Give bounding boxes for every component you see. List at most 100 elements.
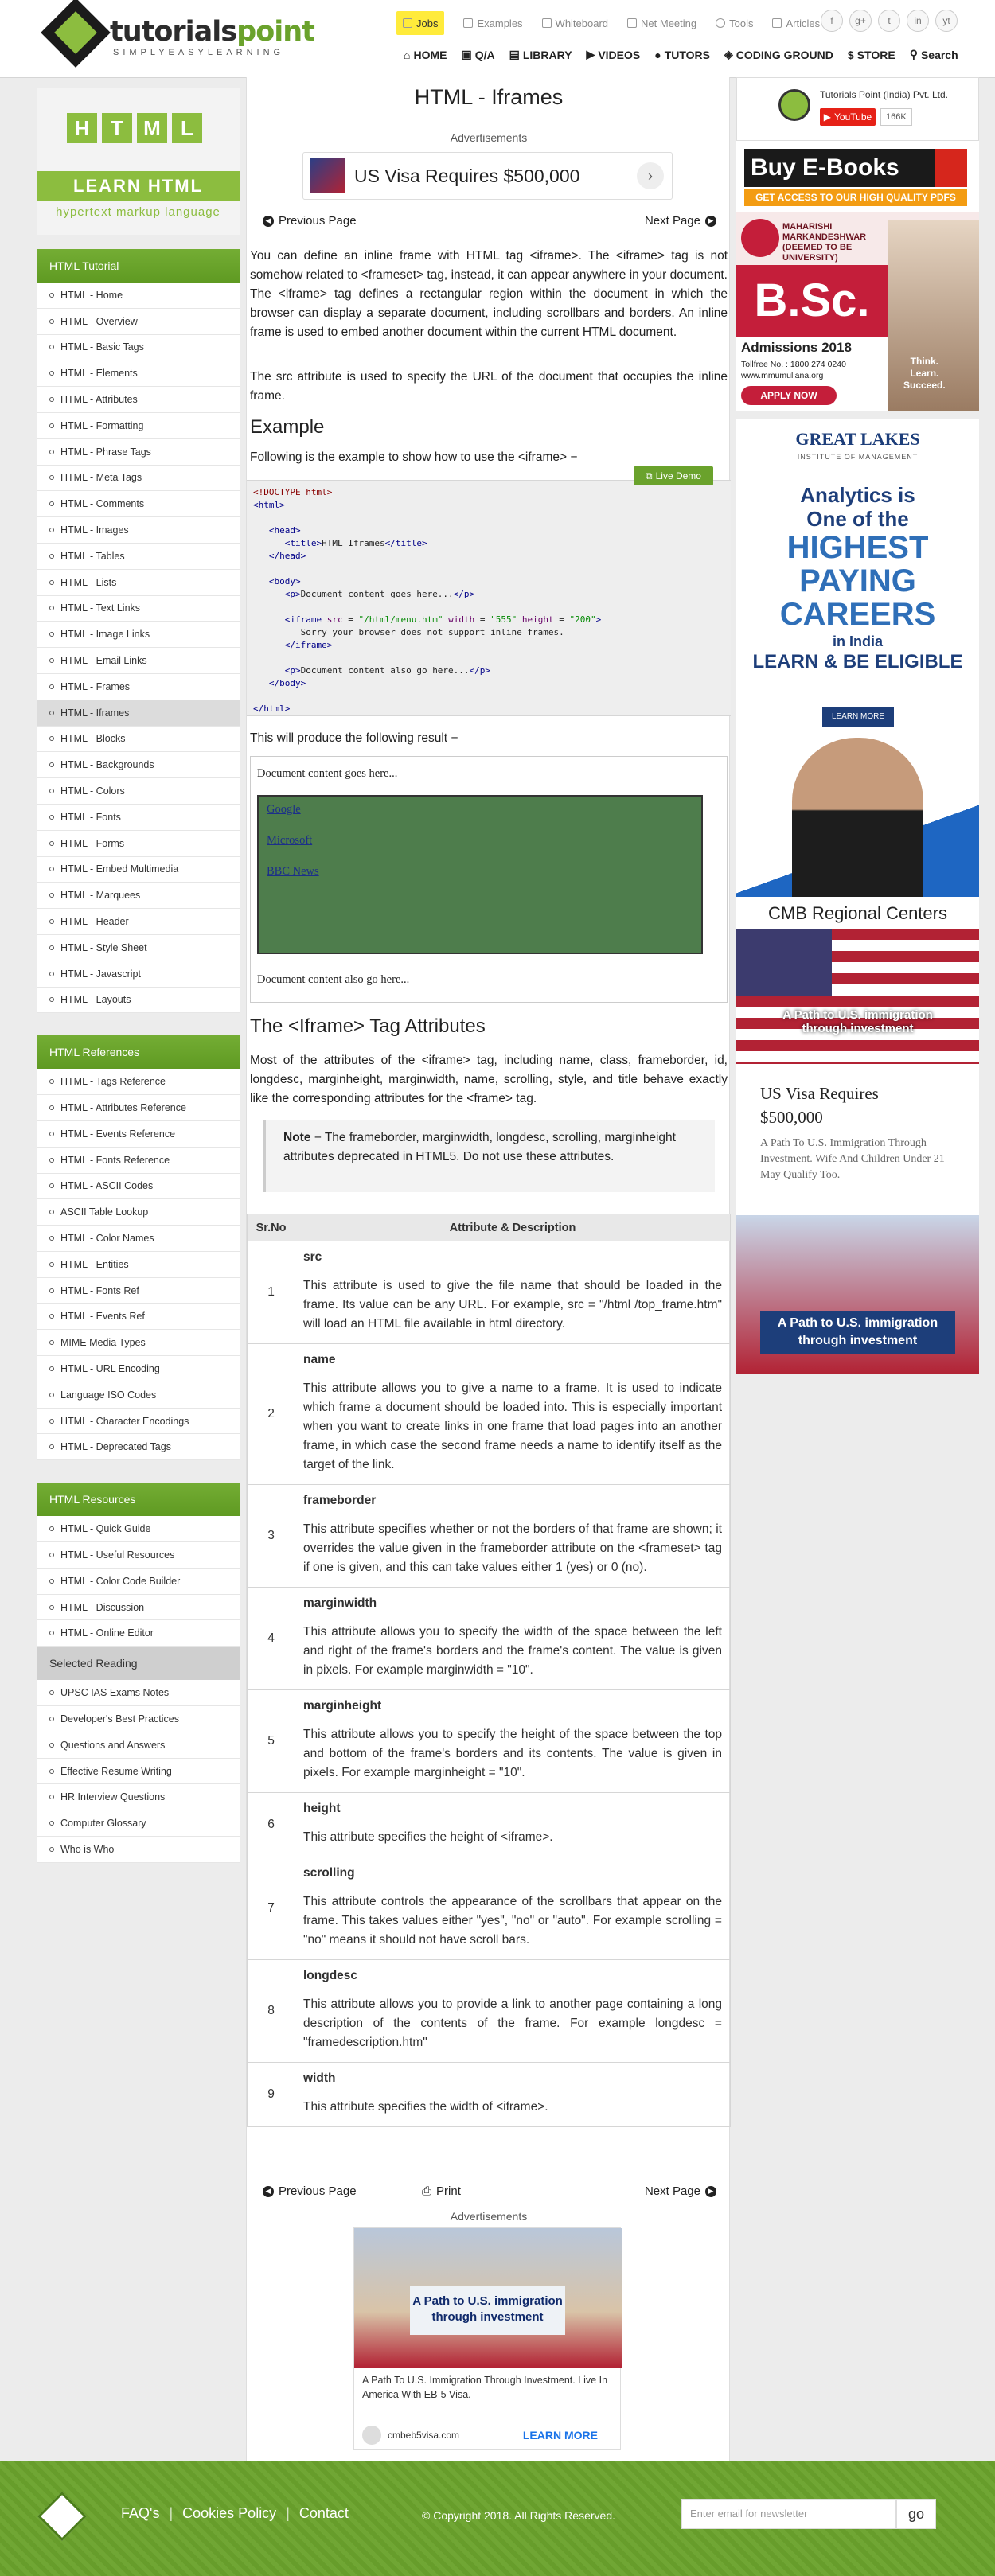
sidebar-reference-item[interactable]: HTML - Fonts Reference bbox=[37, 1148, 240, 1174]
sidebar-tutorial-item[interactable]: HTML - Javascript bbox=[37, 961, 240, 988]
nav-tutors[interactable]: ● TUTORS bbox=[654, 48, 710, 61]
sidebar-reference-item[interactable]: HTML - Character Encodings bbox=[37, 1409, 240, 1435]
topnav-examples[interactable]: Examples bbox=[463, 11, 523, 35]
result-link-google[interactable]: Google bbox=[267, 803, 301, 816]
sidebar-tutorial-item[interactable]: HTML - Style Sheet bbox=[37, 935, 240, 961]
nav-library[interactable]: ▤ LIBRARY bbox=[509, 48, 572, 61]
sidebar-resource-item[interactable]: HTML - Quick Guide bbox=[37, 1516, 240, 1543]
sidebar-resource-item[interactable]: HTML - Discussion bbox=[37, 1595, 240, 1621]
nav-videos[interactable]: ▶ VIDEOS bbox=[587, 48, 641, 61]
sidebar-reference-item[interactable]: HTML - Events Reference bbox=[37, 1121, 240, 1148]
ad-bottom[interactable]: A Path to U.S. immigration through inves… bbox=[353, 2227, 622, 2450]
nav-store[interactable]: $ STORE bbox=[848, 48, 896, 61]
nav-qa[interactable]: ▣ Q/A bbox=[461, 48, 494, 61]
topnav-jobs[interactable]: Jobs bbox=[396, 11, 445, 35]
sidebar-tutorial-item[interactable]: HTML - Meta Tags bbox=[37, 466, 240, 492]
sidebar-resource-item[interactable]: HTML - Useful Resources bbox=[37, 1542, 240, 1569]
nav-search[interactable]: ⚲ Search bbox=[910, 48, 958, 61]
sidebar-selected-item[interactable]: Computer Glossary bbox=[37, 1810, 240, 1837]
sidebar-tutorial-item[interactable]: HTML - Layouts bbox=[37, 988, 240, 1014]
youtube-icon[interactable]: yt bbox=[935, 10, 958, 32]
sidebar-selected-item[interactable]: Effective Resume Writing bbox=[37, 1759, 240, 1785]
sidebar-selected-item[interactable]: UPSC IAS Exams Notes bbox=[37, 1680, 240, 1707]
sidebar-reference-item[interactable]: HTML - Color Names bbox=[37, 1226, 240, 1252]
sidebar-reference-item[interactable]: Language ISO Codes bbox=[37, 1382, 240, 1409]
sidebar-tutorial-item[interactable]: HTML - Text Links bbox=[37, 596, 240, 622]
sidebar-tutorial-item[interactable]: HTML - Elements bbox=[37, 360, 240, 388]
sidebar-reference-item[interactable]: HTML - Tags Reference bbox=[37, 1069, 240, 1096]
footer-link-contact[interactable]: Contact bbox=[299, 2505, 349, 2522]
facebook-icon[interactable]: f bbox=[821, 10, 843, 32]
sidebar-reference-item[interactable]: HTML - Entities bbox=[37, 1252, 240, 1278]
topnav-net-meeting[interactable]: Net Meeting bbox=[627, 11, 696, 35]
sidebar-selected-item[interactable]: Who is Who bbox=[37, 1837, 240, 1863]
site-logo[interactable]: tutorialspoint SIMPLYEASYLEARNING bbox=[41, 0, 315, 72]
sidebar-reference-item[interactable]: MIME Media Types bbox=[37, 1330, 240, 1357]
sidebar-tutorial-item[interactable]: HTML - Tables bbox=[37, 544, 240, 570]
footer-link-faq[interactable]: FAQ's bbox=[121, 2505, 159, 2522]
topnav-whiteboard[interactable]: Whiteboard bbox=[541, 11, 608, 35]
sidebar-tutorial-item[interactable]: HTML - Frames bbox=[37, 674, 240, 700]
google-plus-icon[interactable]: g+ bbox=[849, 10, 872, 32]
learn-html-logo[interactable]: H T M L LEARN HTML hypertext markup lang… bbox=[37, 88, 240, 235]
gl-learn-more-button[interactable]: LEARN MORE bbox=[822, 707, 894, 727]
sidebar-tutorial-item[interactable]: HTML - Colors bbox=[37, 778, 240, 805]
sidebar-reference-item[interactable]: HTML - ASCII Codes bbox=[37, 1174, 240, 1200]
sidebar-tutorial-item[interactable]: HTML - Basic Tags bbox=[37, 335, 240, 361]
sidebar-selected-item[interactable]: Developer's Best Practices bbox=[37, 1706, 240, 1732]
next-page-link[interactable]: Next Page ▶ bbox=[645, 214, 716, 228]
sidebar-selected-item[interactable]: HR Interview Questions bbox=[37, 1784, 240, 1811]
youtube-subscribe-button[interactable]: ▶ YouTube bbox=[820, 108, 876, 126]
sidebar-selected-item[interactable]: Questions and Answers bbox=[37, 1732, 240, 1759]
sidebar-reference-item[interactable]: HTML - Fonts Ref bbox=[37, 1278, 240, 1304]
sidebar-tutorial-item[interactable]: HTML - Phrase Tags bbox=[37, 439, 240, 466]
sidebar-resource-item[interactable]: HTML - Color Code Builder bbox=[37, 1569, 240, 1595]
sidebar-tutorial-item[interactable]: HTML - Formatting bbox=[37, 413, 240, 439]
footer-logo[interactable] bbox=[37, 2491, 88, 2542]
previous-page-link[interactable]: ◀ Previous Page bbox=[263, 214, 357, 228]
sidebar-tutorial-item[interactable]: HTML - Home bbox=[37, 283, 240, 309]
sidebar-tutorial-item[interactable]: HTML - Fonts bbox=[37, 805, 240, 831]
chevron-right-icon[interactable]: › bbox=[637, 162, 664, 189]
sidebar-tutorial-item[interactable]: HTML - Blocks bbox=[37, 727, 240, 753]
sidebar-tutorial-item[interactable]: HTML - Marquees bbox=[37, 883, 240, 910]
linkedin-icon[interactable]: in bbox=[907, 10, 929, 32]
result-link-bbc[interactable]: BBC News bbox=[267, 865, 319, 879]
great-lakes-ad[interactable]: GREAT LAKES INSTITUTE OF MANAGEMENT Anal… bbox=[736, 419, 979, 897]
sidebar-tutorial-item[interactable]: HTML - Embed Multimedia bbox=[37, 857, 240, 883]
topnav-tools[interactable]: Tools bbox=[716, 11, 753, 35]
sidebar-tutorial-item[interactable]: HTML - Email Links bbox=[37, 648, 240, 674]
result-link-microsoft[interactable]: Microsoft bbox=[267, 834, 312, 848]
live-demo-button[interactable]: ⧉ Live Demo bbox=[634, 466, 713, 485]
sidebar-tutorial-item[interactable]: HTML - Comments bbox=[37, 491, 240, 518]
sidebar-reference-item[interactable]: HTML - Deprecated Tags bbox=[37, 1434, 240, 1461]
newsletter-go-button[interactable]: go bbox=[896, 2499, 936, 2529]
sidebar-tutorial-item[interactable]: HTML - Overview bbox=[37, 309, 240, 335]
ad-learn-more-button[interactable]: LEARN MORE bbox=[523, 2429, 598, 2442]
sidebar-resource-item[interactable]: HTML - Online Editor bbox=[37, 1620, 240, 1647]
sidebar-tutorial-item[interactable]: HTML - Attributes bbox=[37, 387, 240, 413]
footer-link-cookies[interactable]: Cookies Policy bbox=[182, 2505, 276, 2522]
sidebar-reference-item[interactable]: ASCII Table Lookup bbox=[37, 1199, 240, 1226]
print-link[interactable]: ⎙ Print bbox=[422, 2184, 461, 2198]
sidebar-tutorial-item[interactable]: HTML - Lists bbox=[37, 570, 240, 596]
sidebar-tutorial-item[interactable]: HTML - Iframes bbox=[37, 700, 240, 727]
sidebar-reference-item[interactable]: HTML - Attributes Reference bbox=[37, 1095, 240, 1121]
sidebar-reference-item[interactable]: HTML - Events Ref bbox=[37, 1304, 240, 1331]
previous-page-link-bottom[interactable]: ◀ Previous Page bbox=[263, 2184, 357, 2198]
next-page-link-bottom[interactable]: Next Page ▶ bbox=[645, 2184, 716, 2198]
ad-top[interactable]: US Visa Requires $500,000 › bbox=[302, 152, 673, 200]
newsletter-email-input[interactable]: Enter email for newsletter bbox=[681, 2499, 896, 2529]
sidebar-tutorial-item[interactable]: HTML - Image Links bbox=[37, 622, 240, 649]
sidebar-reference-item[interactable]: HTML - URL Encoding bbox=[37, 1356, 240, 1382]
topnav-articles[interactable]: Articles bbox=[772, 11, 820, 35]
cmb-ad[interactable]: CMB Regional Centers A Path to U.S. immi… bbox=[736, 897, 979, 1374]
nav-home[interactable]: ⌂ HOME bbox=[404, 48, 447, 61]
sidebar-tutorial-item[interactable]: HTML - Header bbox=[37, 909, 240, 935]
bsc-ad[interactable]: MAHARISHI MARKANDESHWAR (DEEMED TO BE UN… bbox=[736, 212, 979, 411]
sidebar-tutorial-item[interactable]: HTML - Backgrounds bbox=[37, 752, 240, 779]
sidebar-tutorial-item[interactable]: HTML - Images bbox=[37, 517, 240, 544]
ebook-ad[interactable]: Buy E-Books Online GET ACCESS TO OUR HIG… bbox=[736, 141, 979, 219]
sidebar-tutorial-item[interactable]: HTML - Forms bbox=[37, 831, 240, 857]
twitter-icon[interactable]: t bbox=[878, 10, 900, 32]
